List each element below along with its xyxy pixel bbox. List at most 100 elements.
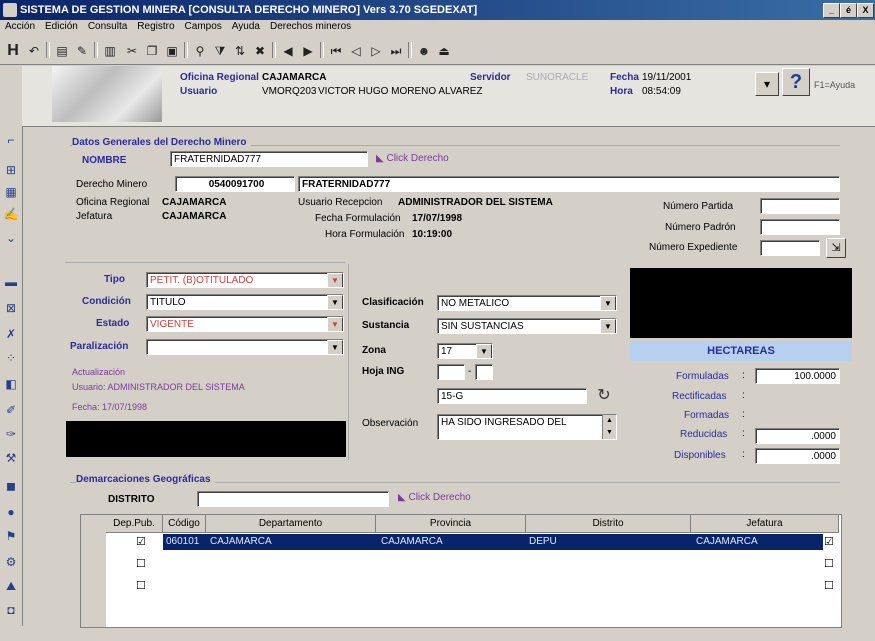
chevron-down-icon[interactable]: ▼ xyxy=(327,273,343,287)
new-record-icon[interactable]: ▤ xyxy=(52,41,72,61)
estado-select[interactable]: VIGENTE ▼ xyxy=(146,316,344,332)
tool-19-icon[interactable]: ◘ xyxy=(3,602,19,618)
users-icon[interactable]: ☻ xyxy=(414,41,434,61)
tool-2-icon[interactable]: ⊞ xyxy=(3,162,19,178)
menu-ayuda[interactable]: Ayuda xyxy=(227,20,265,33)
dep-pub-checkbox-2[interactable]: ☐ xyxy=(136,557,146,570)
tool-4-icon[interactable]: ✍ xyxy=(3,206,19,222)
menu-accion[interactable]: Acción xyxy=(0,20,40,33)
menu-consulta[interactable]: Consulta xyxy=(83,20,132,33)
chevron-down-icon[interactable]: ▼ xyxy=(327,295,343,309)
row-selector[interactable] xyxy=(80,514,106,628)
tool-12-icon[interactable]: ✑ xyxy=(3,426,19,442)
formuladas-field[interactable]: 100.0000 xyxy=(755,368,840,384)
tool-5-icon[interactable]: ⌄ xyxy=(3,230,19,246)
print-icon[interactable]: ▥ xyxy=(100,41,120,61)
menu-registro[interactable]: Registro xyxy=(132,20,179,33)
jefatura-checkbox-2[interactable]: ☐ xyxy=(824,557,834,570)
hoja-input-2[interactable] xyxy=(475,364,493,380)
zona-select[interactable]: 17 ▼ xyxy=(437,343,493,359)
tool-9-icon[interactable]: ⁘ xyxy=(3,350,19,366)
dep-pub-checkbox-1[interactable]: ☑ xyxy=(136,535,146,548)
chevron-down-icon[interactable]: ▼ xyxy=(600,319,616,333)
derecho-name-field[interactable]: FRATERNIDAD777 xyxy=(298,176,840,192)
chevron-down-icon[interactable]: ▼ xyxy=(600,296,616,310)
save-icon[interactable]: H xyxy=(3,41,23,61)
tool-17-icon[interactable]: ⚙ xyxy=(3,554,19,570)
minimize-button[interactable]: _ xyxy=(823,3,840,18)
undo-icon[interactable]: ↶ xyxy=(24,41,44,61)
reducidas-field[interactable]: .0000 xyxy=(755,428,840,444)
previous-icon[interactable]: ◀ xyxy=(278,41,298,61)
hoja-input-1[interactable] xyxy=(437,364,465,380)
cut-icon[interactable]: ✂ xyxy=(122,41,142,61)
tool-11-icon[interactable]: ✐ xyxy=(3,402,19,418)
col-provincia[interactable]: Provincia xyxy=(376,515,526,533)
tool-8-icon[interactable]: ✗ xyxy=(3,326,19,342)
scrollbar[interactable]: ▲ ▼ xyxy=(602,415,616,439)
close-button[interactable]: X xyxy=(857,3,874,18)
exit-icon[interactable]: ⏏ xyxy=(434,41,454,61)
col-dep-pub[interactable]: Dep.Pub. xyxy=(106,515,163,533)
delete-icon[interactable]: ✖ xyxy=(250,41,270,61)
maximize-button[interactable]: é xyxy=(840,3,857,18)
query-icon[interactable]: ⚲ xyxy=(190,41,210,61)
numero-expediente-input[interactable] xyxy=(760,240,820,256)
row-distrito: DEPU xyxy=(529,536,557,547)
paralizacion-label: Paralización xyxy=(70,341,129,352)
sort-icon[interactable]: ⇅ xyxy=(230,41,250,61)
col-distrito[interactable]: Distrito xyxy=(526,515,691,533)
distrito-click-hint: ◣ Click Derecho xyxy=(398,492,471,503)
numero-padron-input[interactable] xyxy=(760,219,840,235)
next-record-icon[interactable]: ▷ xyxy=(366,41,386,61)
tool-15-icon[interactable]: ● xyxy=(3,504,19,520)
jefatura-checkbox-3[interactable]: ☐ xyxy=(824,579,834,592)
dep-pub-checkbox-3[interactable]: ☐ xyxy=(136,579,146,592)
tool-18-icon[interactable]: ⛰ xyxy=(3,578,19,594)
menu-edicion[interactable]: Edición xyxy=(40,20,83,33)
paste-icon[interactable]: ▣ xyxy=(162,41,182,61)
distrito-input[interactable] xyxy=(197,491,389,507)
chevron-down-icon[interactable]: ▼ xyxy=(327,317,343,331)
clasificacion-select[interactable]: NO METALICO ▼ xyxy=(437,295,617,311)
first-record-icon[interactable]: ⏮ xyxy=(326,41,346,61)
prev-record-icon[interactable]: ◁ xyxy=(346,41,366,61)
f1-help-label: F1=Ayuda xyxy=(814,80,856,90)
chevron-down-icon[interactable]: ▼ xyxy=(476,344,492,358)
col-jefatura[interactable]: Jefatura xyxy=(691,515,839,533)
menu-campos[interactable]: Campos xyxy=(180,20,227,33)
condicion-select[interactable]: TITULO ▼ xyxy=(146,294,344,310)
nombre-input[interactable]: FRATERNIDAD777 xyxy=(170,151,368,167)
tool-6-icon[interactable]: ▬ xyxy=(3,274,19,290)
chevron-down-icon[interactable]: ▼ xyxy=(327,340,343,354)
tool-7-icon[interactable]: ⊠ xyxy=(3,300,19,316)
refresh-icon[interactable]: ↻ xyxy=(594,386,614,406)
tool-3-icon[interactable]: ▦ xyxy=(3,184,19,200)
tipo-select[interactable]: PETIT. (B)OTITULADO ▼ xyxy=(146,272,344,288)
expediente-lookup-icon[interactable]: ⇲ xyxy=(826,238,846,258)
paralizacion-select[interactable]: ▼ xyxy=(146,339,344,355)
numero-partida-input[interactable] xyxy=(760,198,840,214)
next-icon[interactable]: ▶ xyxy=(298,41,318,61)
help-button[interactable]: ? xyxy=(782,68,810,96)
tool-16-icon[interactable]: ⚑ xyxy=(3,528,19,544)
copy-icon[interactable]: ❐ xyxy=(142,41,162,61)
last-record-icon[interactable]: ⏭ xyxy=(386,41,406,61)
sustancia-select[interactable]: SIN SUSTANCIAS ▼ xyxy=(437,318,617,334)
observacion-textarea[interactable]: HA SIDO INGRESADO DEL ▲ ▼ xyxy=(437,414,617,440)
tool-14-icon[interactable]: ◼ xyxy=(3,478,19,494)
tool-10-icon[interactable]: ◧ xyxy=(3,376,19,392)
col-codigo[interactable]: Código xyxy=(163,515,206,533)
edit-record-icon[interactable]: ✎ xyxy=(72,41,92,61)
hoja-value-field[interactable]: 15-G xyxy=(437,388,587,404)
col-departamento[interactable]: Departamento xyxy=(206,515,376,533)
menu-derechos-mineros[interactable]: Derechos mineros xyxy=(265,20,356,33)
actualizacion-label: Actualización xyxy=(72,367,126,377)
disponibles-field[interactable]: .0000 xyxy=(755,448,840,464)
filter-icon[interactable]: ⧩ xyxy=(210,41,230,61)
tool-13-icon[interactable]: ⚒ xyxy=(3,450,19,466)
jefatura-checkbox-1[interactable]: ☑ xyxy=(824,535,834,548)
tool-1-icon[interactable]: ⌐ xyxy=(3,132,19,148)
dropdown-icon[interactable]: ▾ xyxy=(755,72,779,96)
derecho-code-field[interactable]: 0540091700 xyxy=(175,176,295,192)
